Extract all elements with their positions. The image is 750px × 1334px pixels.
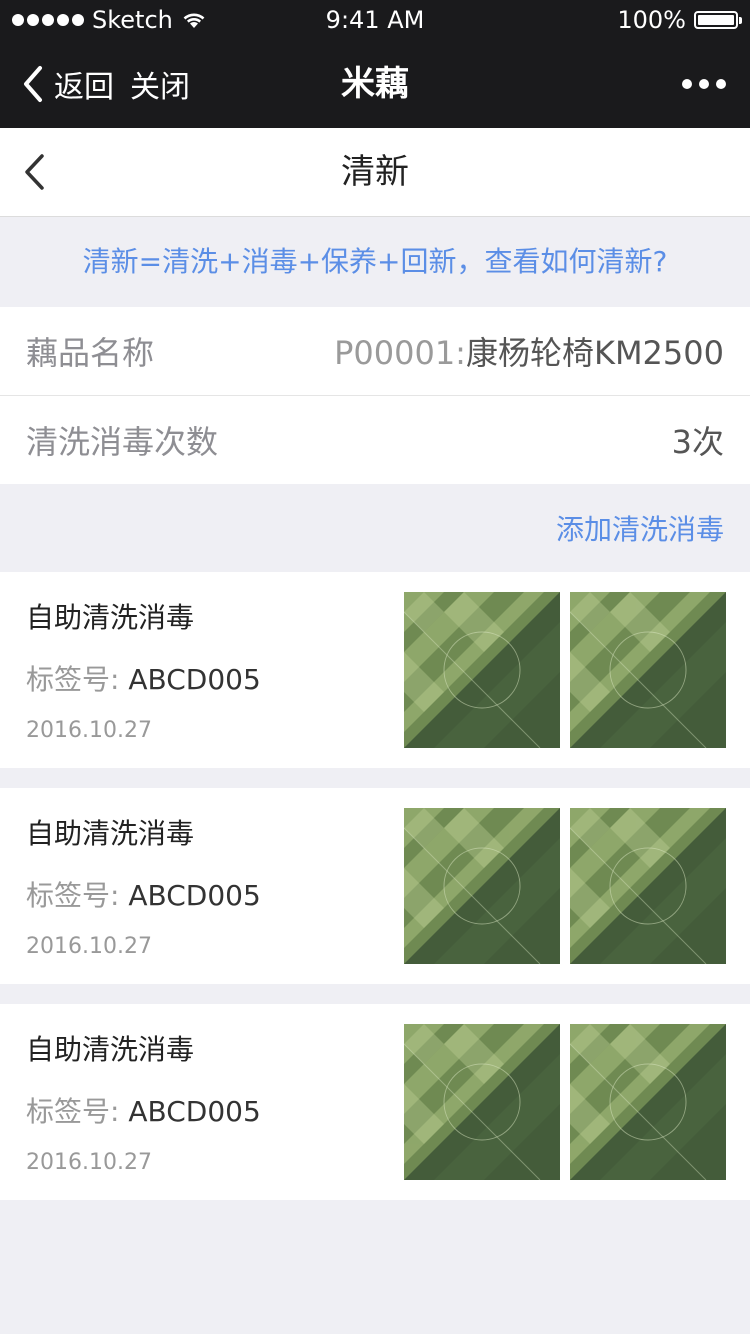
record-tag-label: 标签号: bbox=[26, 1095, 120, 1128]
wechat-back-button[interactable]: 返回 bbox=[54, 62, 114, 106]
record-tag: 标签号: ABCD005 bbox=[26, 874, 261, 914]
more-icon[interactable] bbox=[682, 40, 726, 128]
product-name-value: P00001:康杨轮椅KM2500 bbox=[334, 328, 724, 374]
add-bar: 添加清洗消毒 bbox=[0, 484, 750, 572]
page-header: 清新 bbox=[0, 128, 750, 217]
wechat-nav-bar: 返回 关闭 米藕 bbox=[0, 40, 750, 128]
record-tag: 标签号: ABCD005 bbox=[26, 658, 261, 698]
record-date: 2016.10.27 bbox=[26, 1150, 152, 1175]
add-wash-link[interactable]: 添加清洗消毒 bbox=[556, 508, 724, 548]
wechat-close-button[interactable]: 关闭 bbox=[130, 62, 190, 106]
wash-count-label: 清洗消毒次数 bbox=[26, 423, 219, 461]
record-photo[interactable] bbox=[404, 592, 560, 748]
status-right: 100% bbox=[617, 0, 742, 40]
page-back-button[interactable] bbox=[22, 128, 72, 216]
page-title: 清新 bbox=[341, 152, 409, 192]
record-card[interactable]: 自助清洗消毒 标签号: ABCD005 2016.10.27 bbox=[0, 1004, 750, 1200]
record-photo[interactable] bbox=[404, 1024, 560, 1180]
battery-percent: 100% bbox=[617, 6, 686, 34]
record-tag-label: 标签号: bbox=[26, 879, 120, 912]
record-tag-value: ABCD005 bbox=[128, 879, 261, 912]
product-name: 康杨轮椅KM2500 bbox=[465, 334, 724, 372]
record-title: 自助清洗消毒 bbox=[26, 601, 195, 634]
record-tag-value: ABCD005 bbox=[128, 1095, 261, 1128]
record-photo[interactable] bbox=[570, 1024, 726, 1180]
record-photo[interactable] bbox=[404, 808, 560, 964]
record-card[interactable]: 自助清洗消毒 标签号: ABCD005 2016.10.27 bbox=[0, 572, 750, 768]
record-photo[interactable] bbox=[570, 592, 726, 748]
chevron-left-icon[interactable] bbox=[22, 65, 44, 103]
chevron-left-icon bbox=[25, 154, 44, 190]
product-name-label: 藕品名称 bbox=[26, 334, 155, 372]
wash-count-value: 3次 bbox=[671, 423, 724, 461]
record-list: 自助清洗消毒 标签号: ABCD005 2016.10.27 自助清洗消毒 标签… bbox=[0, 572, 750, 1200]
record-date: 2016.10.27 bbox=[26, 934, 152, 959]
record-tag-label: 标签号: bbox=[26, 663, 120, 696]
record-photo[interactable] bbox=[570, 808, 726, 964]
record-tag: 标签号: ABCD005 bbox=[26, 1090, 261, 1130]
product-name-row: 藕品名称 P00001:康杨轮椅KM2500 bbox=[0, 307, 750, 395]
record-card[interactable]: 自助清洗消毒 标签号: ABCD005 2016.10.27 bbox=[0, 788, 750, 984]
wash-count-row: 清洗消毒次数 3次 bbox=[0, 396, 750, 484]
wechat-back-group: 返回 关闭 bbox=[22, 40, 190, 128]
record-title: 自助清洗消毒 bbox=[26, 1033, 195, 1066]
how-to-refresh-link[interactable]: 清新=清洗+消毒+保养+回新，查看如何清新? bbox=[0, 217, 750, 307]
product-code: P00001: bbox=[334, 334, 466, 372]
battery-icon bbox=[694, 11, 742, 29]
record-date: 2016.10.27 bbox=[26, 718, 152, 743]
status-bar: Sketch 9:41 AM 100% bbox=[0, 0, 750, 40]
record-tag-value: ABCD005 bbox=[128, 663, 261, 696]
record-title: 自助清洗消毒 bbox=[26, 817, 195, 850]
